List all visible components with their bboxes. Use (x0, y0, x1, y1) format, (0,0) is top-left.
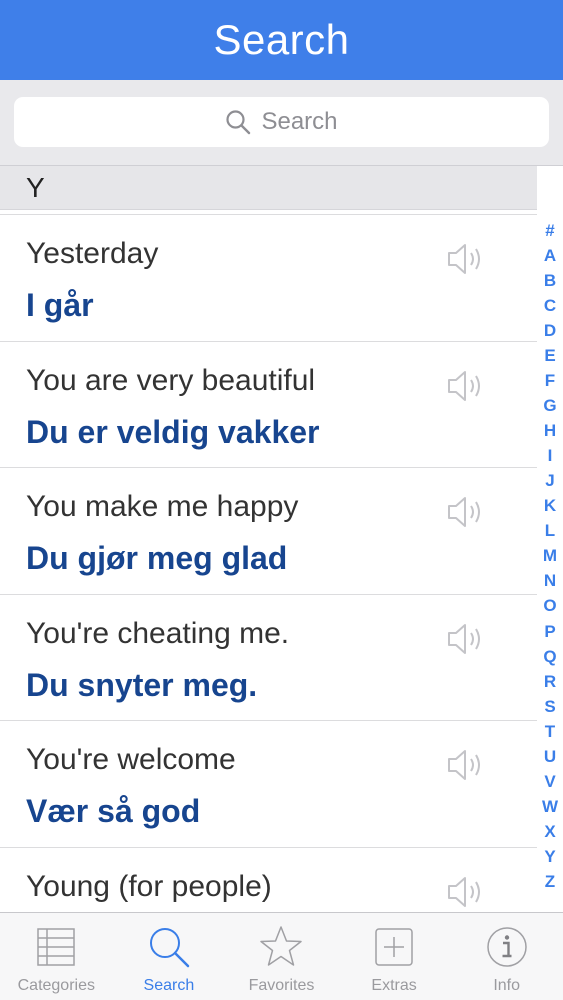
index-letter[interactable]: E (544, 347, 555, 364)
tab-label: Search (143, 977, 195, 994)
search-placeholder: Search (261, 108, 338, 135)
index-letter[interactable]: Z (545, 873, 555, 890)
index-letter[interactable]: J (545, 472, 554, 489)
index-letter[interactable]: K (544, 497, 556, 514)
page-title: Search (213, 16, 350, 63)
phrase-translation: Du gjør meg glad (26, 540, 288, 576)
index-letter[interactable]: G (543, 397, 556, 414)
phrase-list[interactable]: Yesterday I går You are very beautiful D… (0, 214, 537, 912)
index-letter[interactable]: M (543, 547, 557, 564)
phrase-english: You make me happy (26, 490, 299, 523)
index-letter[interactable]: U (544, 748, 556, 765)
info-icon (486, 927, 527, 967)
search-icon (226, 110, 251, 135)
plus-box-icon (375, 928, 413, 966)
index-letter[interactable]: Y (544, 848, 555, 865)
index-letter[interactable]: # (545, 222, 554, 239)
tab-label: Extras (371, 977, 417, 994)
tab-bar: Categories Search Favorites Extras Info (0, 912, 563, 1000)
list-item[interactable]: Young (for people) (0, 846, 537, 913)
index-letter[interactable]: P (544, 623, 555, 640)
phrase-translation: Du er veldig vakker (26, 413, 320, 450)
index-letter[interactable]: R (544, 673, 556, 690)
speaker-icon[interactable] (446, 494, 486, 530)
tab-label: Categories (17, 977, 95, 994)
list-item[interactable]: You are very beautiful Du er veldig vakk… (0, 340, 537, 468)
phrase-translation: Du snyter meg. (26, 666, 258, 703)
tab-label: Favorites (248, 977, 315, 994)
index-letter[interactable]: Q (543, 648, 556, 665)
list-item[interactable]: You're welcome Vær så god (0, 720, 537, 847)
phrase-english: Yesterday (26, 237, 159, 270)
index-letter[interactable]: L (545, 522, 555, 539)
index-letter[interactable]: I (548, 447, 553, 464)
tab-favorites[interactable]: Favorites (225, 913, 338, 1000)
section-index[interactable]: # A B C D E F G H I J K L M N O P Q R S … (537, 222, 563, 890)
speaker-icon[interactable] (446, 874, 486, 910)
index-letter[interactable]: S (544, 698, 555, 715)
section-header: Y (0, 166, 537, 210)
navigation-bar: Search (0, 0, 563, 80)
tab-categories[interactable]: Categories (0, 913, 113, 1000)
star-icon (260, 926, 303, 966)
index-letter[interactable]: O (543, 597, 556, 614)
phrase-english: Young (for people) (26, 869, 272, 903)
phrase-english: You're welcome (26, 743, 236, 776)
tab-search[interactable]: Search (113, 913, 226, 1000)
index-letter[interactable]: A (544, 247, 556, 264)
tab-extras[interactable]: Extras (338, 913, 451, 1000)
phrase-translation: Vær så god (26, 793, 201, 829)
index-letter[interactable]: B (544, 272, 556, 289)
index-letter[interactable]: V (544, 773, 555, 790)
list-item[interactable]: You make me happy Du gjør meg glad (0, 467, 537, 594)
index-letter[interactable]: C (544, 297, 556, 314)
index-letter[interactable]: F (545, 372, 555, 389)
speaker-icon[interactable] (446, 747, 486, 783)
phrase-translation: I går (26, 287, 94, 323)
speaker-icon[interactable] (446, 241, 486, 277)
index-letter[interactable]: X (544, 823, 555, 840)
magnifier-icon (149, 928, 190, 968)
section-letter: Y (26, 171, 45, 203)
tab-label: Info (493, 977, 521, 994)
index-letter[interactable]: W (542, 798, 558, 815)
speaker-icon[interactable] (446, 368, 486, 404)
index-letter[interactable]: D (544, 322, 556, 339)
list-icon (37, 928, 76, 966)
phrase-english: You are very beautiful (26, 363, 316, 397)
search-area: Search (0, 80, 563, 166)
search-input[interactable]: Search (14, 97, 549, 147)
list-item[interactable]: You're cheating me. Du snyter meg. (0, 593, 537, 721)
list-item[interactable]: Yesterday I går (0, 214, 537, 341)
index-letter[interactable]: H (544, 422, 556, 439)
tab-info[interactable]: Info (450, 913, 563, 1000)
index-letter[interactable]: T (545, 723, 555, 740)
index-letter[interactable]: N (544, 572, 556, 589)
speaker-icon[interactable] (446, 621, 486, 657)
phrase-english: You're cheating me. (26, 616, 290, 650)
